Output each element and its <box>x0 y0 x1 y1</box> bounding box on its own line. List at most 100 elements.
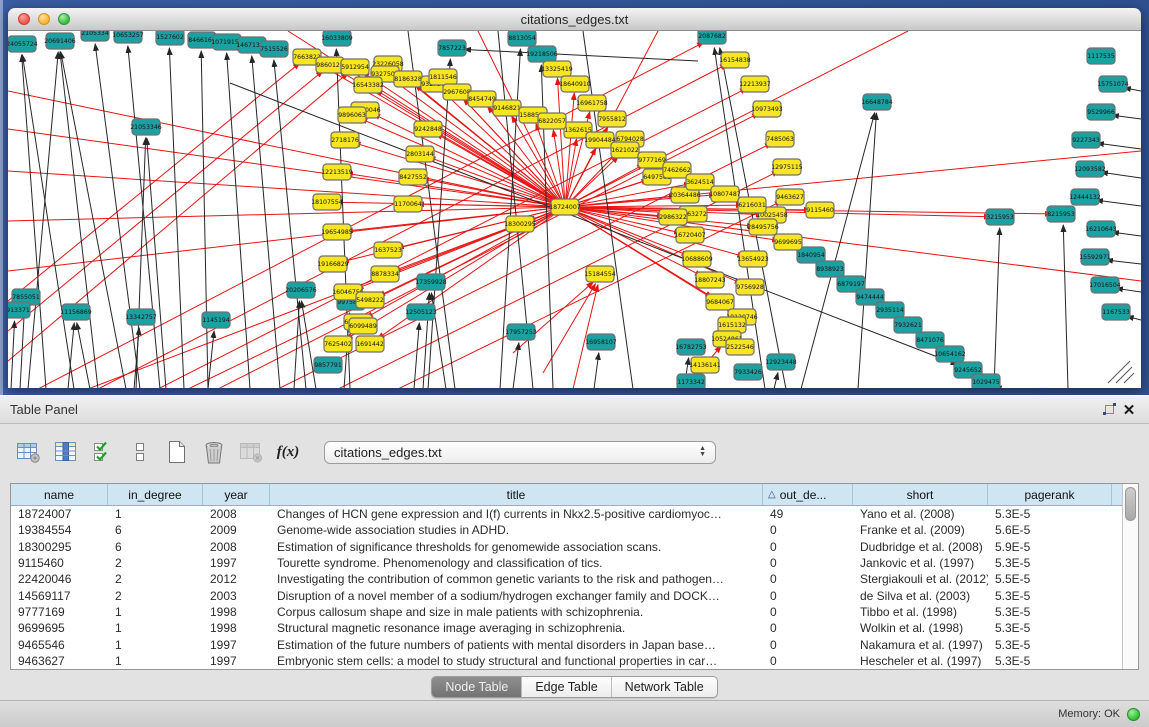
graph-node[interactable]: 8878334 <box>371 266 399 282</box>
graph-edge[interactable] <box>1096 200 1141 206</box>
graph-edge[interactable] <box>208 331 214 388</box>
table-cell[interactable]: 1 <box>108 654 203 668</box>
graph-node[interactable]: 8813054 <box>508 31 536 46</box>
graph-edge[interactable] <box>274 60 306 388</box>
table-cell[interactable]: 0 <box>763 621 853 635</box>
graph-node[interactable]: 17016504 <box>1089 277 1121 293</box>
graph-node[interactable]: 18300295 <box>504 216 536 232</box>
graph-node[interactable]: 1527602 <box>156 31 184 45</box>
table-row[interactable]: 946554611997Estimation of the future num… <box>11 636 1122 652</box>
tab-network-table[interactable]: Network Table <box>611 677 717 697</box>
graph-node[interactable]: 7857223 <box>438 40 466 56</box>
table-cell[interactable]: Nakamura et al. (1997) <box>853 638 988 652</box>
graph-node[interactable]: 7932621 <box>894 317 922 333</box>
column-header-name[interactable]: name <box>11 484 108 505</box>
select-all-rows-button[interactable] <box>88 437 118 467</box>
table-cell[interactable]: 5.3E-5 <box>988 589 1112 603</box>
network-window[interactable]: citations_edges.txt 24055724206914062105… <box>8 8 1141 388</box>
graph-edge[interactable] <box>8 71 323 331</box>
graph-node[interactable]: 18724007 <box>549 199 581 215</box>
table-cell[interactable]: 1 <box>108 621 203 635</box>
graph-node[interactable]: 2522546 <box>726 339 754 355</box>
graph-node[interactable]: 2967608 <box>443 84 471 100</box>
table-row[interactable]: 1830029562008Estimation of significance … <box>11 539 1122 555</box>
new-table-button[interactable] <box>162 437 192 467</box>
graph-node[interactable]: 5498222 <box>356 292 384 308</box>
table-cell[interactable]: 19384554 <box>11 523 108 537</box>
graph-node[interactable]: 3215953 <box>986 209 1014 225</box>
graph-node[interactable]: 7485063 <box>766 131 794 147</box>
table-cell[interactable]: Yano et al. (2008) <box>853 507 988 521</box>
table-cell[interactable]: 1997 <box>203 654 270 668</box>
graph-node[interactable]: 9146821 <box>493 100 521 116</box>
graph-node[interactable]: 19654985 <box>321 224 353 240</box>
graph-node[interactable]: 1167533 <box>1102 304 1130 320</box>
function-builder-button[interactable]: f(x) <box>273 437 303 467</box>
table-cell[interactable]: 0 <box>763 556 853 570</box>
graph-node[interactable]: 12923448 <box>765 354 797 370</box>
table-cell[interactable]: 2 <box>108 556 203 570</box>
graph-node[interactable]: 9115460 <box>806 202 834 218</box>
graph-edge[interactable] <box>8 129 565 207</box>
table-cell[interactable]: 2003 <box>203 589 270 603</box>
table-row[interactable]: 1456911722003Disruption of a novel membe… <box>11 587 1122 603</box>
graph-edge[interactable] <box>22 55 46 388</box>
resize-grip-icon[interactable] <box>1108 361 1134 383</box>
graph-edge[interactable] <box>294 301 299 388</box>
table-cell[interactable]: 5.3E-5 <box>988 638 1112 652</box>
graph-node[interactable]: 10807487 <box>709 186 741 202</box>
graph-node[interactable]: 1117535 <box>1087 48 1115 64</box>
graph-node[interactable]: 1691442 <box>356 336 384 352</box>
column-header-short[interactable]: short <box>853 484 988 505</box>
graph-edge[interactable] <box>513 343 519 388</box>
tab-node-table[interactable]: Node Table <box>432 677 521 697</box>
table-cell[interactable]: 1 <box>108 605 203 619</box>
graph-edge[interactable] <box>373 114 565 207</box>
table-cell[interactable]: 1 <box>108 507 203 521</box>
graph-node[interactable]: 1173342 <box>677 374 705 388</box>
graph-node[interactable]: 6822057 <box>538 113 566 129</box>
graph-node[interactable]: 1637523 <box>374 242 402 258</box>
graph-node[interactable]: 12213519 <box>321 164 353 180</box>
graph-node[interactable]: 9896063 <box>338 107 366 123</box>
table-cell[interactable]: 1998 <box>203 605 270 619</box>
table-cell[interactable]: 9463627 <box>11 654 108 668</box>
graph-node[interactable]: 20691406 <box>44 33 76 49</box>
graph-node[interactable]: 13342757 <box>125 309 157 325</box>
close-window-icon[interactable] <box>18 13 30 25</box>
graph-node[interactable]: 18640910 <box>559 76 591 92</box>
table-cell[interactable]: 18724007 <box>11 507 108 521</box>
graph-node[interactable]: 9756928 <box>736 279 764 295</box>
graph-node[interactable]: 9463627 <box>776 189 804 205</box>
table-row[interactable]: 2242004622012Investigating the contribut… <box>11 571 1122 587</box>
graph-edge[interactable] <box>169 48 184 388</box>
network-canvas[interactable]: 2405572420691406210533410653257152760284… <box>8 31 1141 388</box>
graph-node[interactable]: 8215953 <box>1047 206 1075 222</box>
column-header-in-degree[interactable]: in_degree <box>108 484 203 505</box>
table-cell[interactable]: 5.3E-5 <box>988 556 1112 570</box>
zoom-window-icon[interactable] <box>58 13 70 25</box>
graph-node[interactable]: 24055724 <box>8 36 38 52</box>
graph-node[interactable]: 2986322 <box>659 209 687 225</box>
graph-node[interactable]: 12093582 <box>1074 161 1106 177</box>
table-cell[interactable]: 0 <box>763 589 853 603</box>
table-cell[interactable]: 6 <box>108 523 203 537</box>
graph-node[interactable]: 16648784 <box>861 94 893 110</box>
table-cell[interactable]: 49 <box>763 507 853 521</box>
graph-node[interactable]: 18107554 <box>311 194 343 210</box>
graph-node[interactable]: 20206576 <box>285 282 317 298</box>
graph-node[interactable]: 16154838 <box>719 52 751 68</box>
graph-node[interactable]: 13654923 <box>737 251 769 267</box>
close-panel-icon[interactable]: ✕ <box>1119 400 1139 420</box>
float-panel-icon[interactable] <box>1099 400 1119 420</box>
graph-node[interactable]: 2935114 <box>876 302 904 318</box>
graph-node[interactable]: 2105334 <box>81 31 109 41</box>
graph-edge[interactable] <box>201 51 208 388</box>
graph-node[interactable]: 6099489 <box>349 318 377 334</box>
table-row[interactable]: 946362711997Embryonic stem cells: a mode… <box>11 653 1122 669</box>
graph-edge[interactable] <box>1063 225 1068 388</box>
graph-edge[interactable] <box>513 282 593 353</box>
table-cell[interactable]: Estimation of significance thresholds fo… <box>270 540 763 554</box>
graph-node[interactable]: 12505123 <box>405 304 437 320</box>
graph-node[interactable]: 3624514 <box>686 174 714 190</box>
